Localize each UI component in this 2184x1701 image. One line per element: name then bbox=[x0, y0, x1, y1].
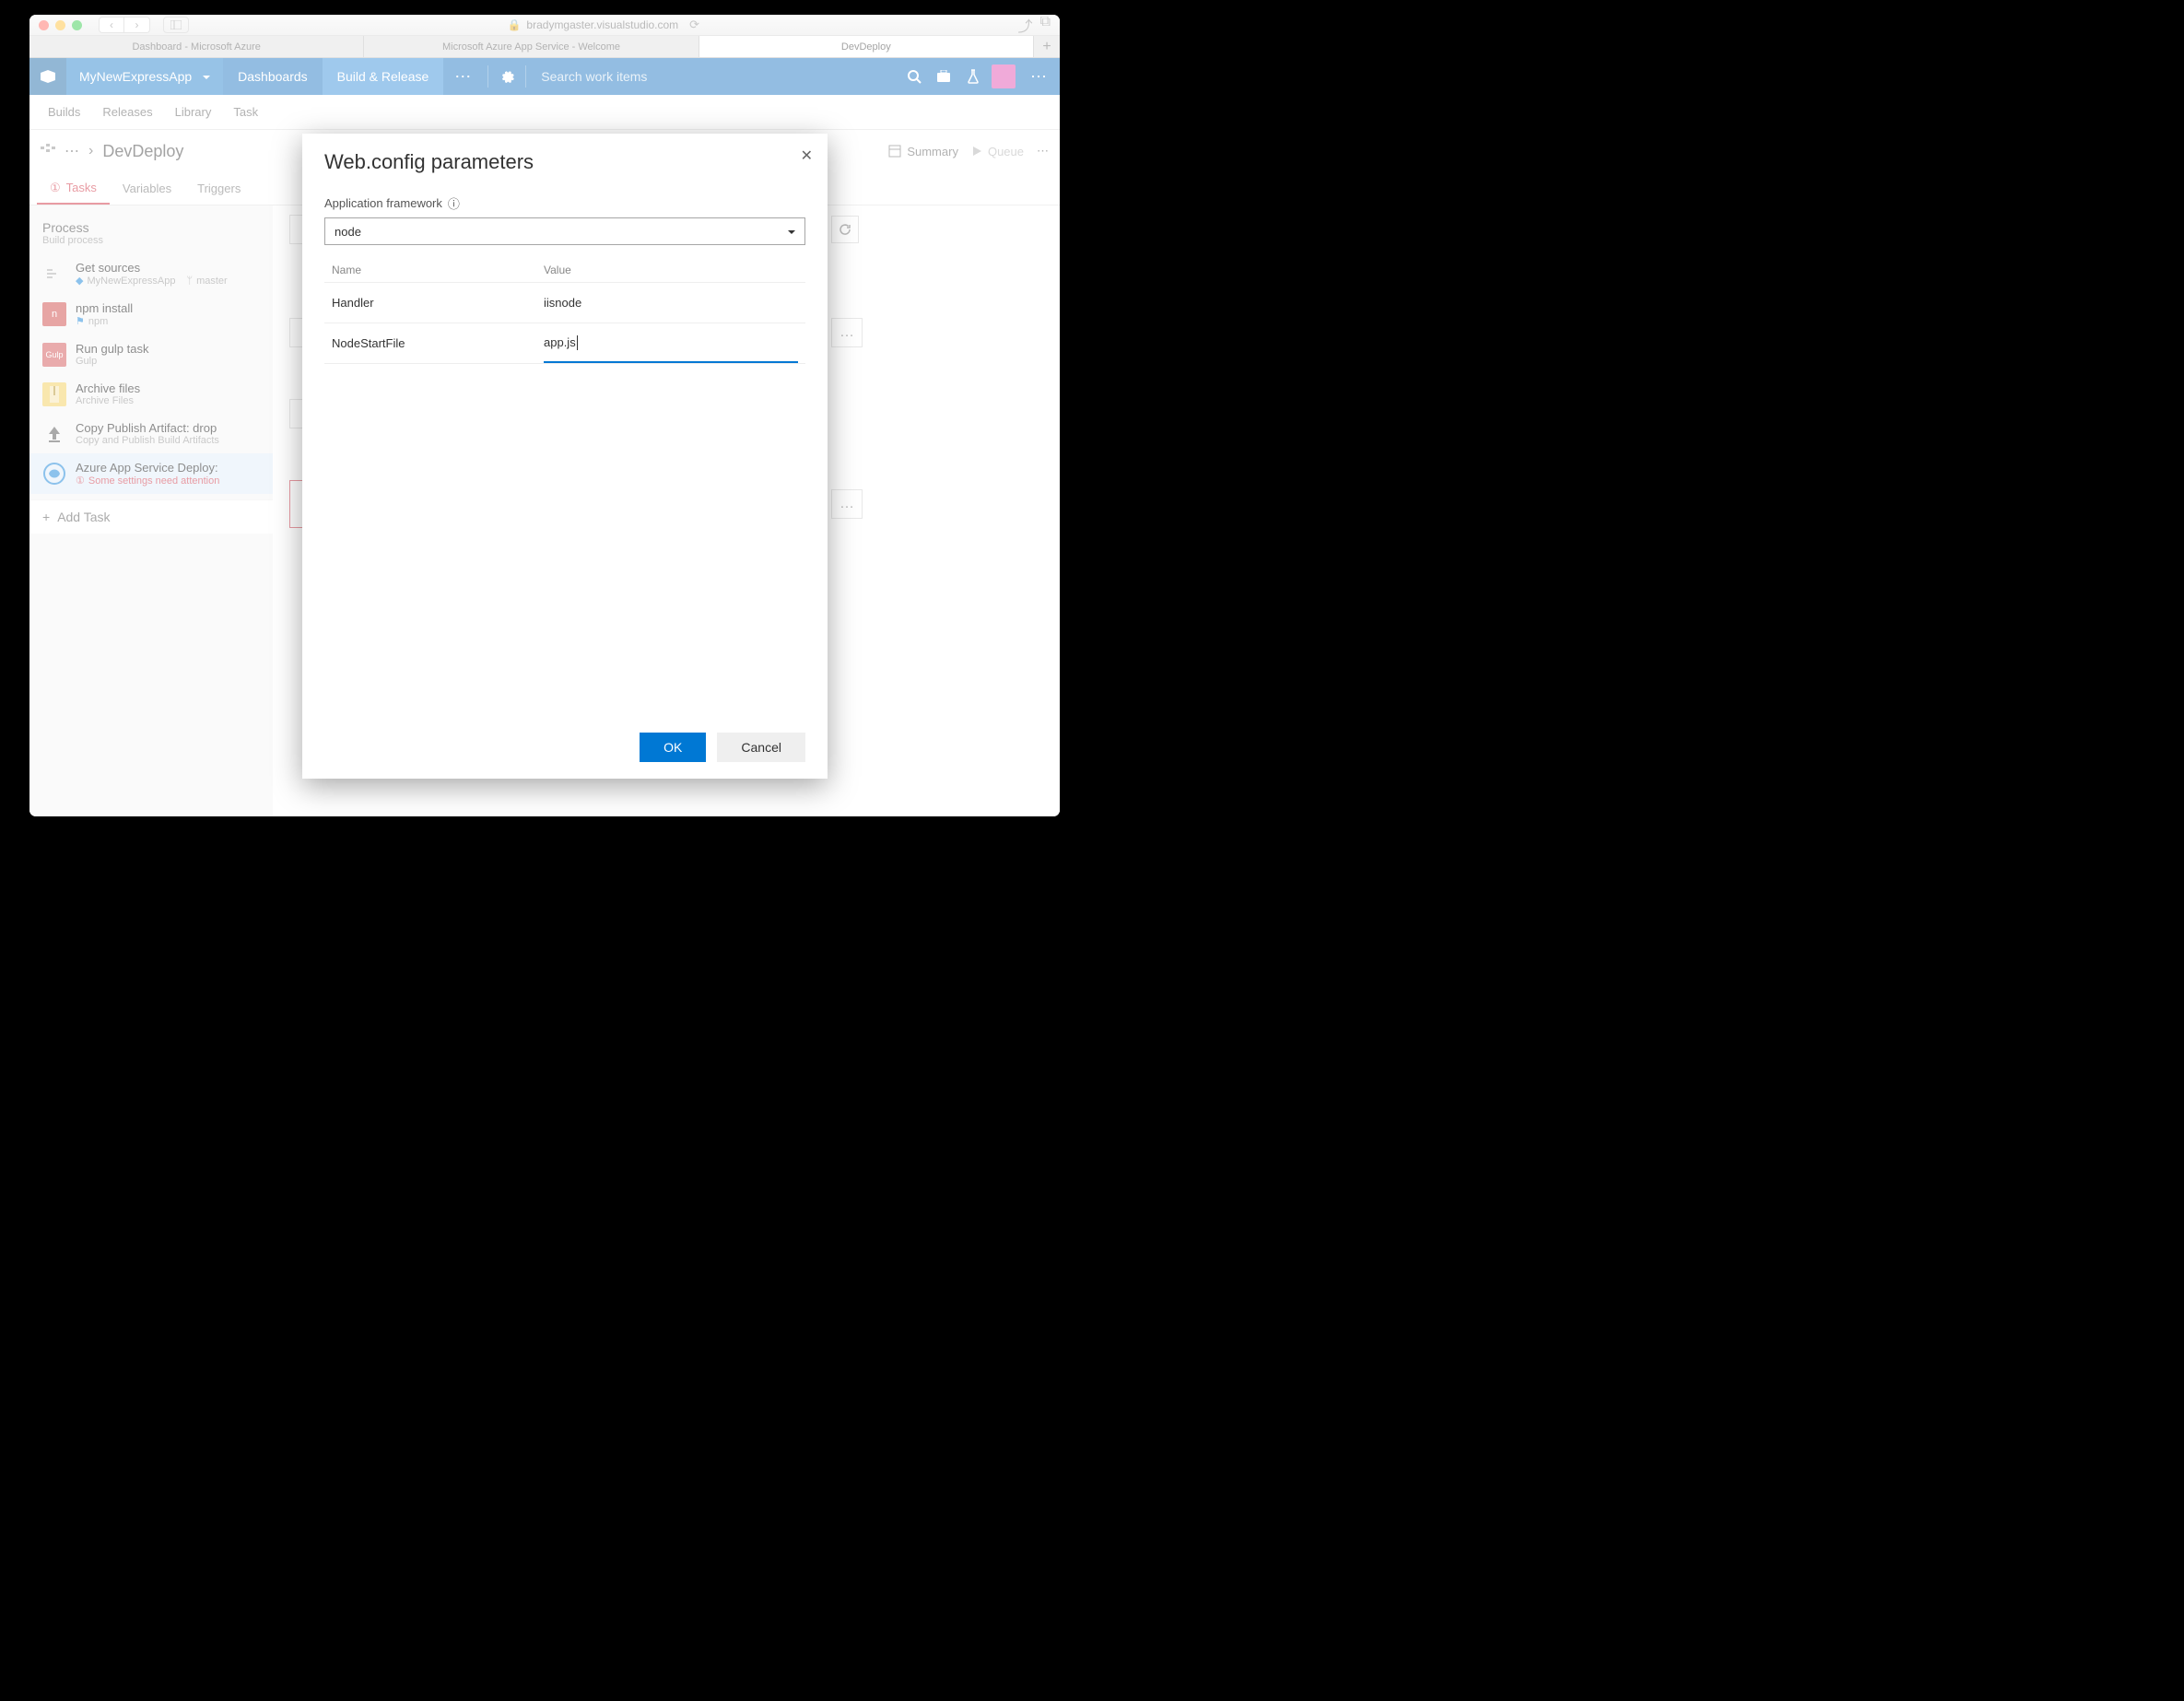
webconfig-modal: ✕ Web.config parameters Application fram… bbox=[302, 134, 828, 779]
framework-label: Application framework ⓘ bbox=[324, 194, 805, 212]
param-value: iisnode bbox=[544, 296, 798, 310]
cancel-button[interactable]: Cancel bbox=[717, 733, 805, 762]
ok-button[interactable]: OK bbox=[640, 733, 706, 762]
info-icon[interactable]: ⓘ bbox=[448, 194, 460, 212]
close-icon[interactable]: ✕ bbox=[801, 147, 813, 165]
chevron-down-icon bbox=[786, 225, 795, 239]
param-value-input[interactable]: app.js bbox=[544, 323, 798, 363]
param-name: Handler bbox=[332, 296, 544, 310]
browser-window: ‹ › 🔒 bradymgaster.visualstudio.com ⟳ ⤴ … bbox=[29, 15, 1060, 816]
modal-title: Web.config parameters bbox=[324, 150, 805, 174]
table-row[interactable]: NodeStartFile app.js bbox=[324, 323, 805, 364]
col-value: Value bbox=[544, 264, 798, 276]
framework-select[interactable]: node bbox=[324, 217, 805, 245]
table-row[interactable]: Handler iisnode bbox=[324, 283, 805, 323]
param-name: NodeStartFile bbox=[332, 336, 544, 350]
col-name: Name bbox=[332, 264, 544, 276]
params-table: Name Value Handler iisnode NodeStartFile… bbox=[324, 258, 805, 364]
